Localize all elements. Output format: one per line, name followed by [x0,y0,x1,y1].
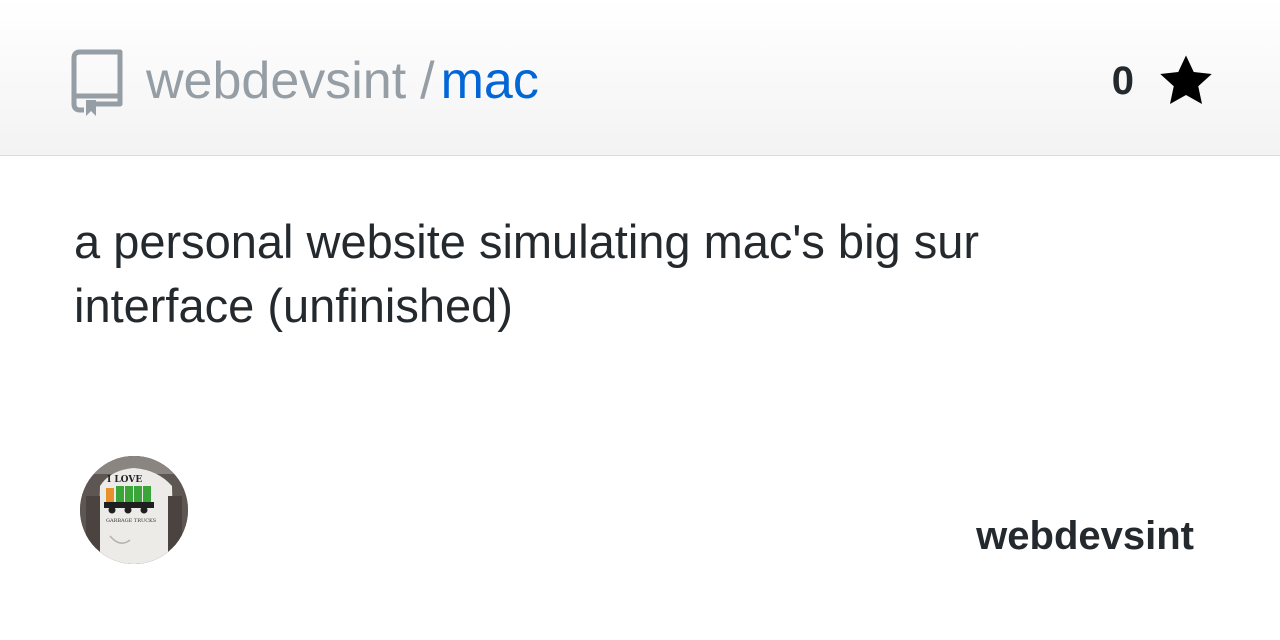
star-counter: 0 [1112,50,1216,112]
social-preview-card: webdevsint / mac 0 a personal website simu… [0,0,1280,640]
repo-owner[interactable]: webdevsint [146,52,406,110]
avatar-shirt-text-bottom: GARBAGE TRUCKS [106,518,157,524]
avatar: I LOVE GARBAGE TRUCKS [80,456,188,564]
avatar-image: I LOVE GARBAGE TRUCKS [80,456,188,564]
star-count: 0 [1111,58,1134,103]
repo-path: webdevsint / mac [146,50,539,112]
owner-login[interactable]: webdevsint [976,514,1194,559]
repo-icon [71,49,123,116]
repo-description: a personal website simulating mac's big … [74,215,980,332]
avatar-shirt-text-top: I LOVE [107,475,142,485]
repo-header: webdevsint / mac 0 [0,0,1280,156]
star-icon [1160,55,1212,104]
repo-name[interactable]: mac [441,52,539,110]
path-separator: / [420,52,435,110]
